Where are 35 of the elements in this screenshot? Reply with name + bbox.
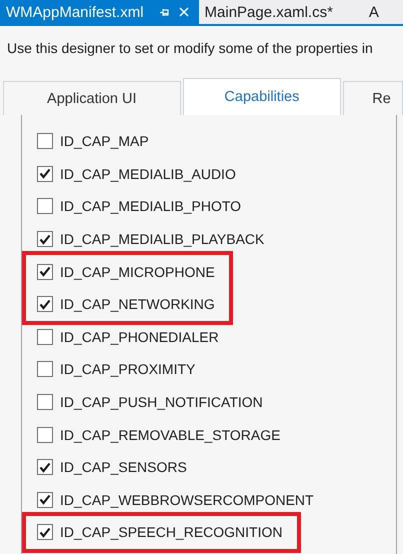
tab[interactable]: Re xyxy=(343,81,403,115)
checkbox[interactable] xyxy=(37,166,53,182)
document-tab[interactable]: MainPage.xaml.cs* xyxy=(198,0,343,24)
capability-label: ID_CAP_PUSH_NOTIFICATION xyxy=(60,394,263,410)
checkbox[interactable] xyxy=(37,198,53,214)
capability-label: ID_CAP_MEDIALIB_PHOTO xyxy=(60,198,242,214)
capability-label: ID_CAP_MICROPHONE xyxy=(60,264,215,280)
tab[interactable]: Application UI xyxy=(3,81,181,115)
checkbox[interactable] xyxy=(37,361,53,378)
capability-label: ID_CAP_MEDIALIB_AUDIO xyxy=(60,166,236,182)
capability-label: ID_CAP_REMOVABLE_STORAGE xyxy=(60,426,280,443)
capability-label: ID_CAP_WEBBROWSERCOMPONENT xyxy=(60,492,314,508)
checkbox[interactable] xyxy=(37,264,53,280)
checkbox[interactable] xyxy=(37,492,53,508)
capability-label: ID_CAP_SPEECH_RECOGNITION xyxy=(60,524,282,540)
capability-label: ID_CAP_PROXIMITY xyxy=(60,361,196,378)
document-tab[interactable]: WMAppManifest.xml xyxy=(0,0,199,24)
capability-label: ID_CAP_PHONEDIALER xyxy=(60,328,219,345)
checkbox[interactable] xyxy=(37,231,53,248)
capability-label: ID_CAP_MAP xyxy=(60,133,149,150)
checkbox[interactable] xyxy=(37,328,53,345)
checkbox[interactable] xyxy=(37,426,53,443)
checkbox[interactable] xyxy=(37,296,53,312)
checkbox[interactable] xyxy=(37,133,53,150)
pin-icon[interactable] xyxy=(158,8,170,16)
document-tab[interactable]: A xyxy=(362,0,389,24)
checkbox[interactable] xyxy=(37,524,53,540)
checkbox[interactable] xyxy=(37,459,53,476)
close-icon[interactable] xyxy=(178,7,189,17)
capability-label: ID_CAP_SENSORS xyxy=(60,459,187,476)
checkbox[interactable] xyxy=(37,394,53,410)
description-text: Use this designer to set or modify some of the properties in xyxy=(6,39,374,58)
tab[interactable]: Capabilities xyxy=(182,78,342,115)
capability-label: ID_CAP_NETWORKING xyxy=(60,296,215,312)
capability-label: ID_CAP_MEDIALIB_PLAYBACK xyxy=(60,231,264,248)
